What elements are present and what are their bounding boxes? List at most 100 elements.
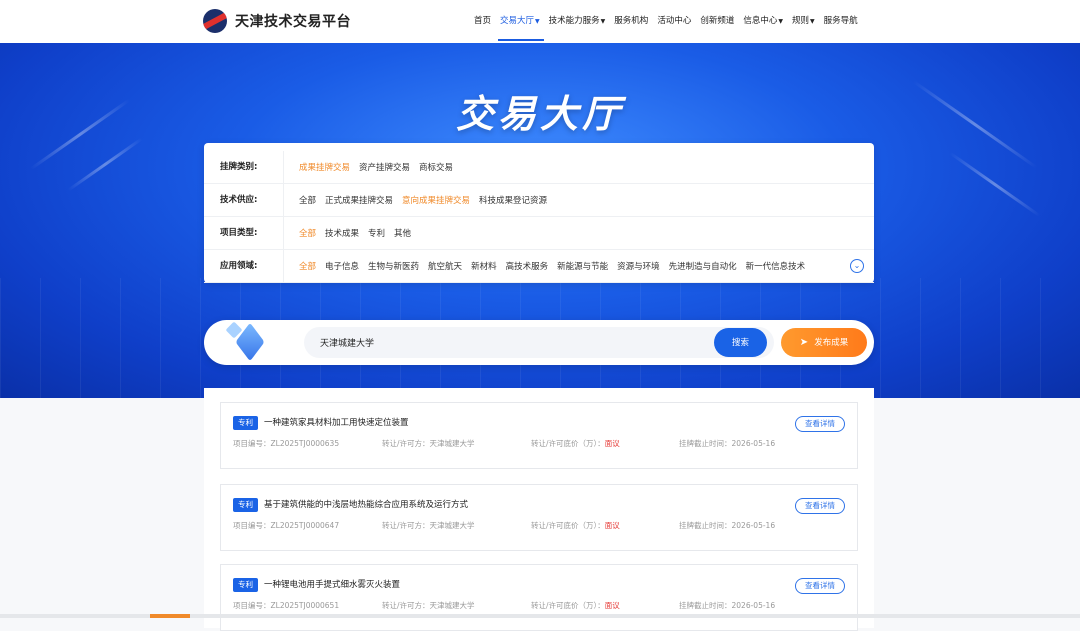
- site-logo[interactable]: 天津技术交易平台: [203, 9, 351, 33]
- caret-down-icon: ▼: [600, 18, 606, 25]
- item-title[interactable]: 一种建筑家具材料加工用快速定位装置: [264, 416, 409, 430]
- type-tag: 专利: [233, 578, 258, 592]
- search-input[interactable]: [304, 327, 724, 358]
- nav-item[interactable]: 服务机构: [614, 0, 648, 43]
- reserve-price-value: 面议: [604, 601, 620, 610]
- reserve-price-value: 面议: [604, 521, 620, 530]
- view-detail-button[interactable]: 查看详情: [795, 416, 845, 432]
- filter-option[interactable]: 全部: [299, 260, 316, 272]
- top-header: 天津技术交易平台 首页 交易大厅▼ 技术能力服务▼ 服务机构 活动中心 创新频道 信息中心▼…: [0, 0, 1080, 43]
- reserve-price-label: 转让/许可底价（万）：: [531, 521, 605, 530]
- filter-option[interactable]: 意向成果挂牌交易: [402, 194, 470, 206]
- view-detail-button[interactable]: 查看详情: [795, 578, 845, 594]
- nav-item-label: 交易大厅: [500, 16, 535, 26]
- transferor-value: 天津城建大学: [429, 521, 475, 530]
- project-number: 项目编号：ZL2025TJ0000635: [233, 438, 339, 449]
- nav-item-label: 活动中心: [657, 16, 692, 26]
- filter-option[interactable]: 航空航天: [428, 260, 462, 272]
- list-item[interactable]: 专利 基于建筑供能的中浅层地热能综合应用系统及运行方式 查看详情项目编号：ZL202…: [220, 484, 858, 551]
- project-number-label: 项目编号：: [233, 601, 271, 610]
- list-item[interactable]: 专利 一种锂电池用手提式细水雾灭火装置 查看详情项目编号：ZL2025TJ00006…: [220, 564, 858, 631]
- nav-item-label: 信息中心: [743, 16, 778, 26]
- transferor-value: 天津城建大学: [429, 601, 475, 610]
- filter-option[interactable]: 专利: [368, 227, 385, 239]
- nav-item-label: 技术能力服务: [548, 16, 600, 26]
- project-number-label: 项目编号：: [233, 439, 271, 448]
- filter-label: 应用领域:: [204, 249, 284, 283]
- publish-button[interactable]: ➤ 发布成果: [781, 328, 867, 357]
- filter-option[interactable]: 高技术服务: [506, 260, 549, 272]
- page-title: 交易大厅: [455, 92, 624, 136]
- transferor-label: 转让/许可方：: [382, 521, 430, 530]
- nav-item-label: 服务机构: [614, 16, 649, 26]
- paper-plane-icon: ➤: [799, 337, 809, 348]
- view-detail-button[interactable]: 查看详情: [795, 498, 845, 514]
- filter-option[interactable]: 其他: [394, 227, 411, 239]
- listing-deadline-label: 挂牌截止时间：: [679, 521, 732, 530]
- filter-option[interactable]: 电子信息: [325, 260, 359, 272]
- nav-item[interactable]: 信息中心▼: [743, 0, 783, 43]
- listing-deadline-value: 2026-05-16: [731, 601, 776, 610]
- transferor: 转让/许可方：天津城建大学: [382, 520, 475, 531]
- filter-row: 挂牌类别: 成果挂牌交易 资产挂牌交易 商标交易: [204, 150, 874, 184]
- type-tag: 专利: [233, 416, 258, 430]
- filter-option[interactable]: 生物与新医药: [368, 260, 419, 272]
- transferor-value: 天津城建大学: [429, 439, 475, 448]
- caret-down-icon: ▼: [535, 18, 540, 25]
- project-number-value: ZL2025TJ0000651: [270, 601, 340, 610]
- nav-item[interactable]: 首页: [474, 0, 491, 43]
- filter-option[interactable]: 成果挂牌交易: [299, 161, 350, 173]
- chevron-down-icon[interactable]: ⌄: [850, 259, 864, 273]
- filter-option[interactable]: 资源与环境: [617, 260, 660, 272]
- caret-down-icon: ▼: [778, 18, 783, 25]
- nav-item-label: 服务导航: [823, 16, 858, 26]
- item-title[interactable]: 基于建筑供能的中浅层地热能综合应用系统及运行方式: [264, 498, 468, 512]
- filter-option[interactable]: 技术成果: [325, 227, 359, 239]
- listing-deadline-value: 2026-05-16: [731, 521, 776, 530]
- nav-item[interactable]: 活动中心: [657, 0, 691, 43]
- transferor: 转让/许可方：天津城建大学: [382, 438, 475, 449]
- filter-label: 技术供应:: [204, 183, 284, 217]
- filter-option[interactable]: 全部: [299, 227, 316, 239]
- filter-option[interactable]: 新能源与节能: [557, 260, 608, 272]
- listing-deadline: 挂牌截止时间：2026-05-16: [679, 600, 775, 611]
- filter-row: 项目类型: 全部 技术成果 专利 其他: [204, 216, 874, 250]
- filter-option[interactable]: 新一代信息技术: [746, 260, 806, 272]
- transferor-label: 转让/许可方：: [382, 601, 430, 610]
- nav-item[interactable]: 技术能力服务▼: [549, 0, 606, 43]
- caret-down-icon: ▼: [810, 18, 815, 25]
- main-nav: 首页 交易大厅▼ 技术能力服务▼ 服务机构 活动中心 创新频道 信息中心▼ 规则▼ 服务导航: [474, 0, 867, 43]
- project-number: 项目编号：ZL2025TJ0000647: [233, 520, 339, 531]
- nav-item[interactable]: 服务导航: [824, 0, 858, 43]
- nav-item[interactable]: 规则▼: [792, 0, 815, 43]
- filter-option[interactable]: 先进制造与自动化: [669, 260, 737, 272]
- nav-item-label: 创新频道: [700, 16, 735, 26]
- listing-deadline-value: 2026-05-16: [731, 439, 776, 448]
- list-item[interactable]: 专利 一种建筑家具材料加工用快速定位装置 查看详情项目编号：ZL2025TJ0000…: [220, 402, 858, 469]
- nav-item-label: 首页: [474, 16, 492, 26]
- filter-option[interactable]: 资产挂牌交易: [359, 161, 410, 173]
- type-tag: 专利: [233, 498, 258, 512]
- site-name: 天津技术交易平台: [235, 14, 351, 30]
- listing-deadline: 挂牌截止时间：2026-05-16: [679, 520, 775, 531]
- nav-item[interactable]: 交易大厅▼: [498, 0, 544, 43]
- nav-item[interactable]: 创新频道: [700, 0, 734, 43]
- filter-option[interactable]: 科技成果登记资源: [479, 194, 547, 206]
- filter-option[interactable]: 商标交易: [419, 161, 453, 173]
- project-number-label: 项目编号：: [233, 521, 271, 530]
- reserve-price-label: 转让/许可底价（万）：: [531, 439, 605, 448]
- reserve-price-label: 转让/许可底价（万）：: [531, 601, 605, 610]
- filter-option[interactable]: 全部: [299, 194, 316, 206]
- filter-option[interactable]: 新材料: [471, 260, 497, 272]
- horizontal-scrollbar[interactable]: [0, 614, 1080, 618]
- item-title[interactable]: 一种锂电池用手提式细水雾灭火装置: [264, 578, 400, 592]
- transferor: 转让/许可方：天津城建大学: [382, 600, 475, 611]
- reserve-price-value: 面议: [604, 439, 620, 448]
- reserve-price: 转让/许可底价（万）：面议: [531, 520, 620, 531]
- filter-option[interactable]: 正式成果挂牌交易: [325, 194, 393, 206]
- listing-deadline-label: 挂牌截止时间：: [679, 601, 732, 610]
- transferor-label: 转让/许可方：: [382, 439, 430, 448]
- project-number-value: ZL2025TJ0000647: [270, 521, 340, 530]
- filter-label: 项目类型:: [204, 216, 284, 250]
- search-button[interactable]: 搜索: [714, 328, 767, 357]
